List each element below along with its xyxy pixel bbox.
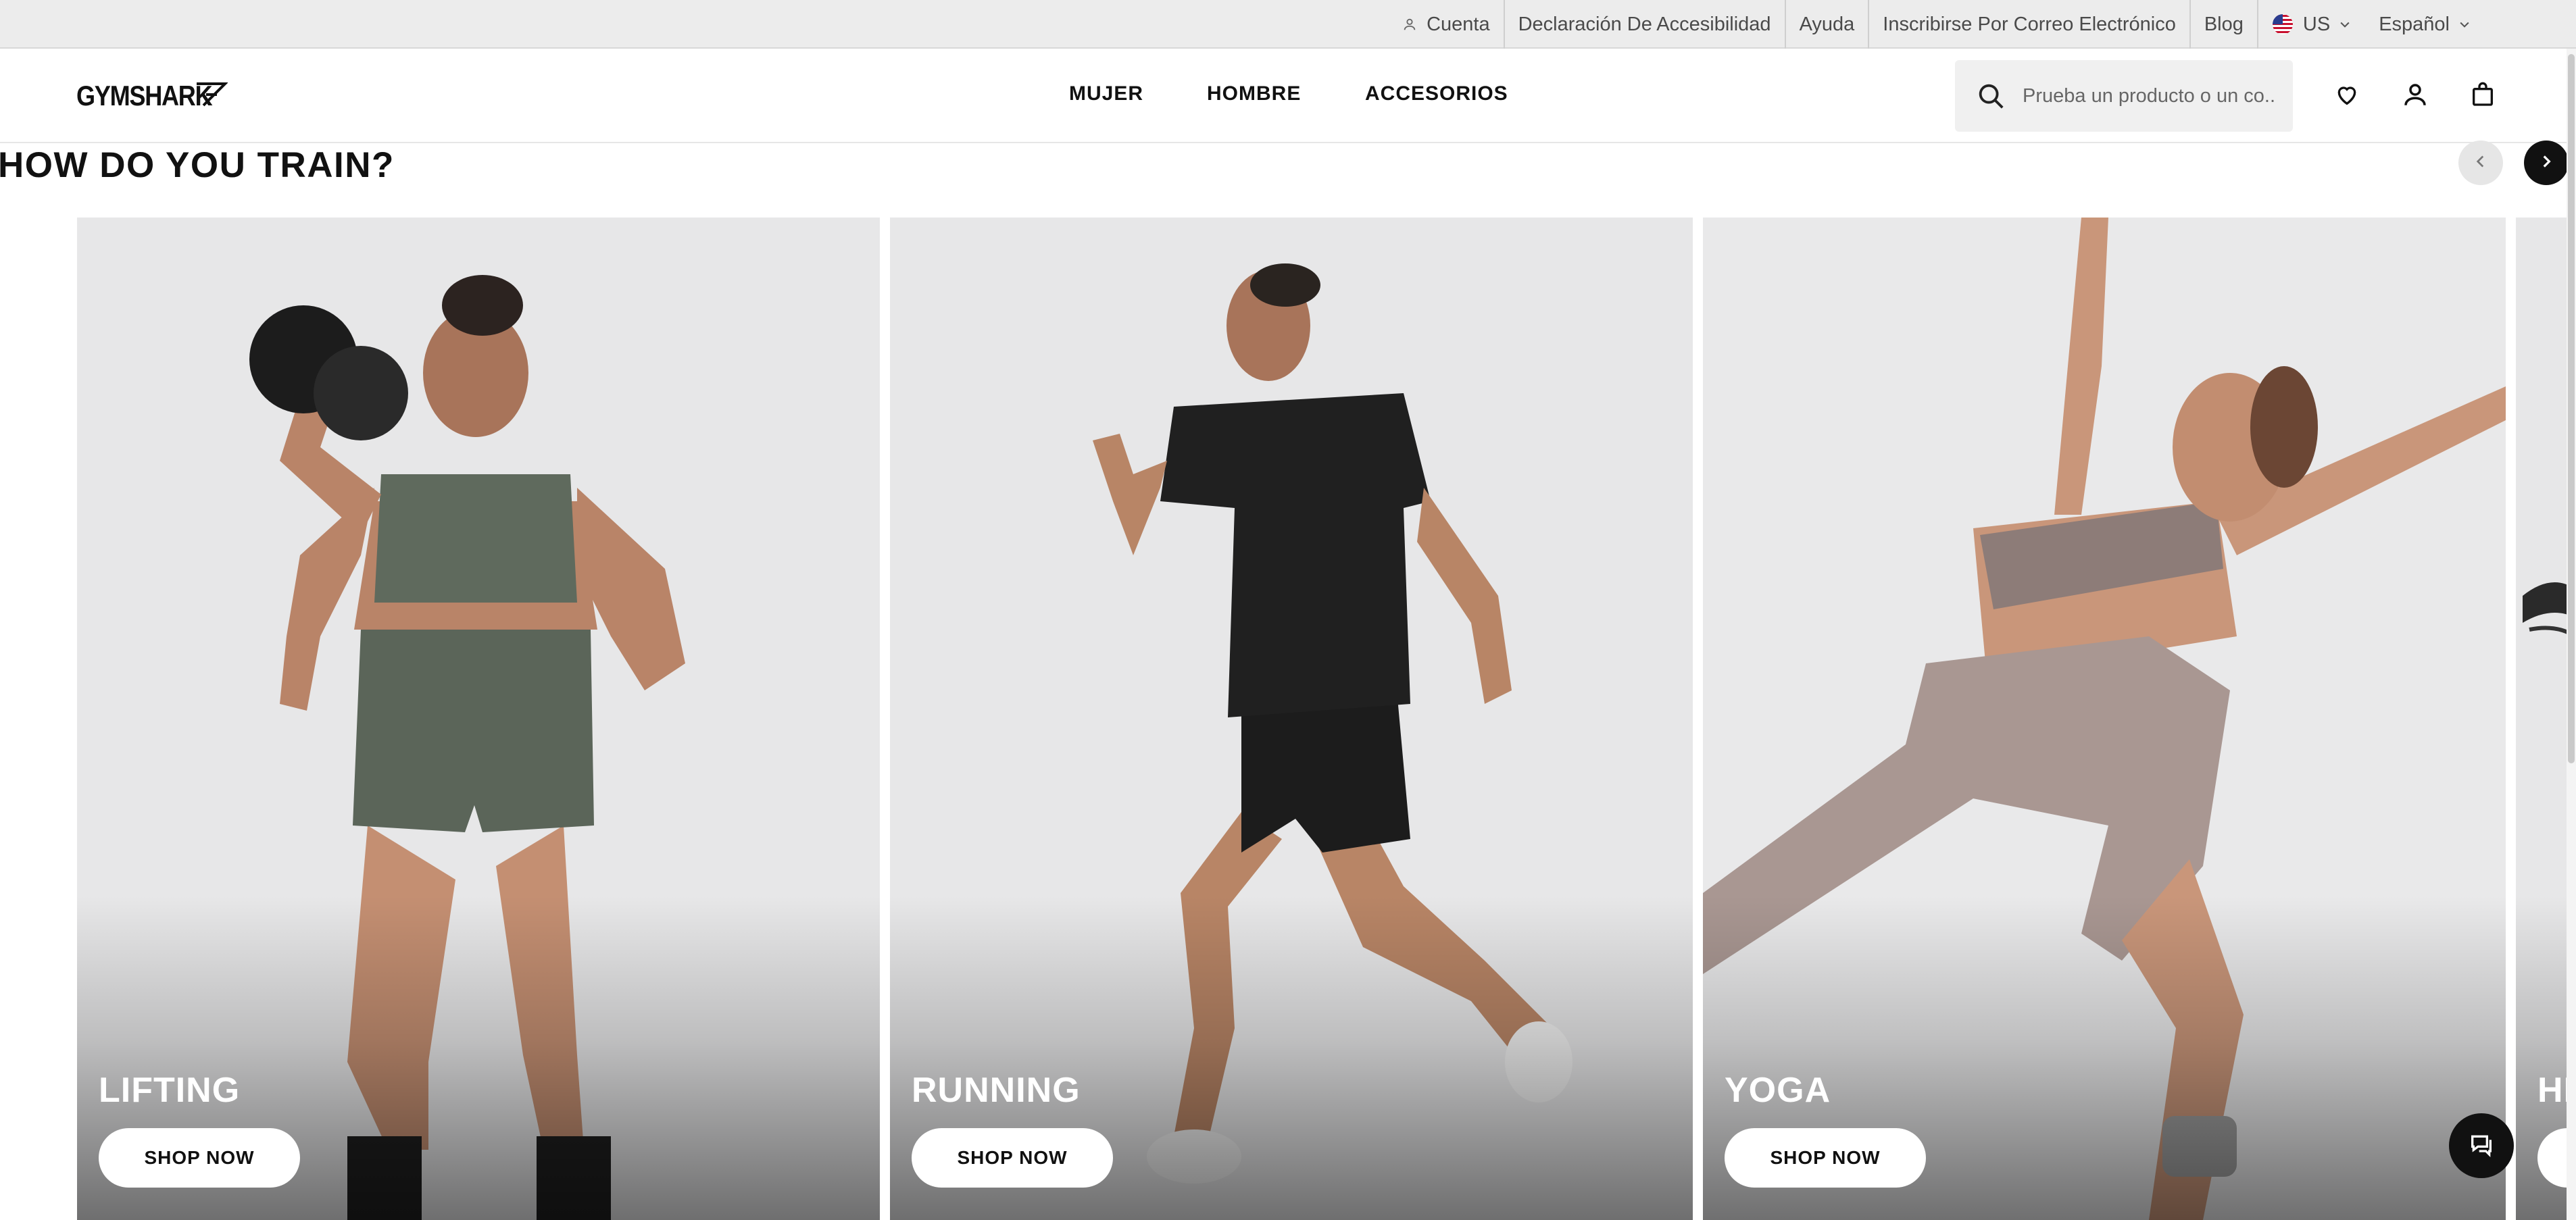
logo-text: GYMSHARK <box>76 80 213 111</box>
blog-label: Blog <box>2204 13 2244 35</box>
chevron-down-icon <box>2338 18 2352 31</box>
language-label: Español <box>2379 13 2450 35</box>
category-card-yoga[interactable]: YOGA SHOP NOW <box>1703 218 2506 1220</box>
language-selector[interactable]: Español <box>2365 0 2485 49</box>
shop-now-button[interactable]: SHOP NOW <box>99 1128 300 1188</box>
bag-button[interactable] <box>2467 80 2499 112</box>
card-title: LIFTING <box>99 1071 241 1110</box>
accessibility-link[interactable]: Declaración De Accesibilidad <box>1503 0 1785 49</box>
card-title: RUNNING <box>912 1071 1081 1110</box>
user-icon <box>2401 80 2429 112</box>
category-card-running[interactable]: RUNNING SHOP NOW <box>890 218 1693 1220</box>
help-label: Ayuda <box>1799 13 1855 35</box>
account-link[interactable]: Cuenta <box>1389 0 1504 49</box>
blog-link[interactable]: Blog <box>2189 0 2257 49</box>
email-signup-link[interactable]: Inscribirse Por Correo Electrónico <box>1868 0 2189 49</box>
category-card-lifting[interactable]: LIFTING SHOP NOW <box>77 218 880 1220</box>
chat-icon <box>2468 1131 2495 1161</box>
utility-links: Cuenta Declaración De Accesibilidad Ayud… <box>1389 0 2485 49</box>
card-title: YOGA <box>1725 1071 1831 1110</box>
chevron-down-icon <box>2458 18 2471 31</box>
heart-icon <box>2333 81 2360 111</box>
carousel-next-button[interactable] <box>2524 141 2569 185</box>
chat-button[interactable] <box>2449 1113 2514 1178</box>
user-icon <box>1402 17 1417 32</box>
us-flag-icon <box>2272 14 2294 35</box>
account-button[interactable] <box>2399 80 2431 112</box>
search-icon <box>1975 80 2006 111</box>
section-title: HOW DO YOU TRAIN? <box>0 145 395 185</box>
shop-now-button[interactable]: SHOP NOW <box>1725 1128 1926 1188</box>
nav-mujer[interactable]: MUJER <box>1069 82 1143 105</box>
chevron-right-icon <box>2537 153 2555 174</box>
nav-accesorios[interactable]: ACCESORIOS <box>1365 82 1508 105</box>
region-selector[interactable]: US <box>2256 0 2365 49</box>
nav-hombre[interactable]: HOMBRE <box>1207 82 1301 105</box>
chevron-left-icon <box>2472 153 2490 174</box>
wishlist-button[interactable] <box>2331 80 2363 112</box>
main-header: GYMSHARK MUJER HOMBRE ACCESORIOS <box>0 49 2576 143</box>
gymshark-logo[interactable]: GYMSHARK <box>76 80 228 112</box>
search-box[interactable] <box>1955 60 2293 132</box>
scrollbar-thumb[interactable] <box>2568 54 2575 763</box>
utility-bar: Cuenta Declaración De Accesibilidad Ayud… <box>0 0 2576 49</box>
carousel-prev-button[interactable] <box>2458 141 2503 185</box>
shopping-bag-icon <box>2469 81 2496 111</box>
account-label: Cuenta <box>1427 13 1490 35</box>
search-input[interactable] <box>2021 84 2278 108</box>
region-label: US <box>2302 13 2331 35</box>
email-signup-label: Inscribirse Por Correo Electrónico <box>1883 13 2176 35</box>
shop-now-button[interactable]: SHOP NOW <box>912 1128 1113 1188</box>
accessibility-label: Declaración De Accesibilidad <box>1518 13 1771 35</box>
help-link[interactable]: Ayuda <box>1784 0 1868 49</box>
